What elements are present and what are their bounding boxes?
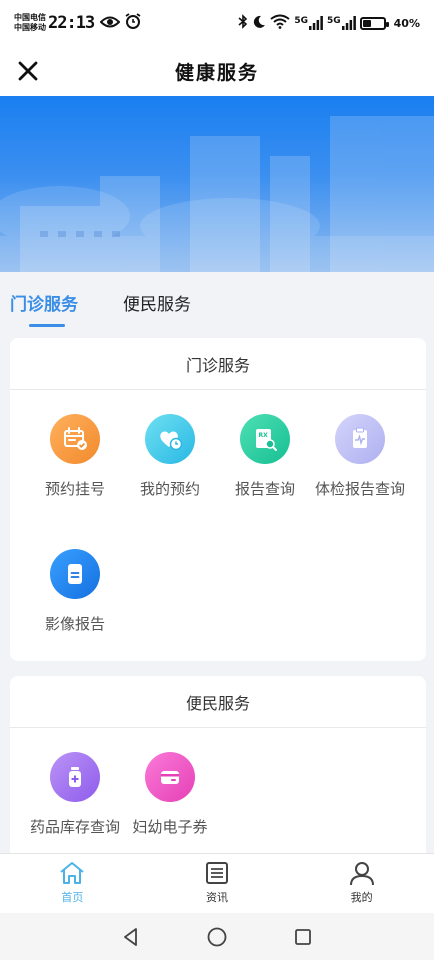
convenience-services-card: 便民服务 药品库存查询 妇幼电子券	[10, 676, 426, 876]
nav-home-label: 首页	[61, 891, 84, 904]
news-icon	[206, 862, 228, 884]
nav-mine-label: 我的	[350, 891, 373, 904]
back-button[interactable]	[119, 925, 143, 949]
battery-icon	[359, 16, 389, 30]
carrier-1: 中国电信	[14, 13, 46, 22]
section-title-convenience: 便民服务	[10, 676, 426, 728]
home-circle-icon	[207, 927, 227, 946]
close-button[interactable]	[14, 57, 42, 85]
nav-home[interactable]: 首页	[0, 854, 145, 913]
recents-button[interactable]	[291, 925, 315, 949]
clipboard-pulse-icon	[335, 414, 385, 464]
back-triangle-icon	[124, 927, 137, 946]
section-title-outpatient: 门诊服务	[10, 338, 426, 390]
hospital-banner	[0, 96, 434, 272]
signal-icon-1: 5G	[294, 16, 323, 30]
heart-clock-icon	[145, 414, 195, 464]
service-maternal-child-e-voucher[interactable]: 妇幼电子券	[118, 752, 222, 839]
service-label: 我的预约	[139, 480, 200, 498]
home-icon	[60, 862, 84, 884]
service-medicine-stock-query[interactable]: 药品库存查询	[23, 752, 127, 839]
nav-news[interactable]: 资讯	[145, 854, 290, 913]
service-label: 报告查询	[234, 480, 295, 498]
bottom-navigation: 首页 资讯 我的	[0, 853, 434, 913]
outpatient-services-card: 门诊服务 预约挂号 我的预约 RX 报告查询 体检报告查询 影像报告	[10, 338, 426, 661]
bluetooth-icon	[238, 14, 248, 32]
tab-convenience-services[interactable]: 便民服务	[123, 290, 191, 315]
signal-icon-2: 5G	[327, 16, 356, 30]
service-imaging-report[interactable]: 影像报告	[23, 549, 127, 636]
page-title: 健康服务	[174, 61, 259, 84]
alarm-icon	[125, 13, 141, 33]
system-navigation-bar	[0, 913, 434, 960]
service-label: 影像报告	[44, 615, 105, 633]
service-my-appointments[interactable]: 我的预约	[118, 414, 222, 501]
nav-news-label: 资讯	[206, 891, 228, 904]
tab-outpatient-services[interactable]: 门诊服务	[10, 290, 78, 315]
user-icon	[349, 862, 374, 886]
eye-icon	[99, 14, 121, 33]
nav-mine[interactable]: 我的	[289, 854, 434, 913]
service-report-query[interactable]: RX 报告查询	[213, 414, 317, 501]
moon-icon	[252, 15, 266, 32]
document-icon	[50, 549, 100, 599]
medicine-bottle-icon	[50, 752, 100, 802]
network-type-1: 5G	[294, 16, 308, 26]
navigation-header: 健康服务	[0, 46, 434, 96]
service-label: 药品库存查询	[29, 818, 120, 836]
calendar-check-icon	[50, 414, 100, 464]
home-system-button[interactable]	[205, 925, 229, 949]
status-bar: 中国电信 中国移动 22:13 5G 5G 40%	[0, 0, 434, 46]
wifi-icon	[270, 14, 290, 32]
carrier-names: 中国电信 中国移动	[14, 13, 46, 33]
recents-square-icon	[295, 928, 311, 945]
network-type-2: 5G	[327, 16, 341, 26]
wallet-icon	[145, 752, 195, 802]
service-label: 预约挂号	[44, 480, 105, 498]
service-physical-exam-report-query[interactable]: 体检报告查询	[308, 414, 412, 501]
carrier-2: 中国移动	[14, 23, 46, 32]
service-appointment-booking[interactable]: 预约挂号	[23, 414, 127, 501]
active-tab-indicator	[29, 324, 65, 327]
service-label: 体检报告查询	[314, 480, 405, 498]
clock: 22:13	[48, 13, 95, 33]
battery-level	[362, 19, 371, 27]
report-search-icon: RX	[240, 414, 290, 464]
close-icon	[18, 61, 38, 81]
service-label: 妇幼电子券	[132, 818, 208, 836]
battery-percent: 40%	[393, 16, 420, 30]
svg-text:RX: RX	[259, 432, 269, 439]
category-tabs: 门诊服务 便民服务	[0, 272, 434, 334]
